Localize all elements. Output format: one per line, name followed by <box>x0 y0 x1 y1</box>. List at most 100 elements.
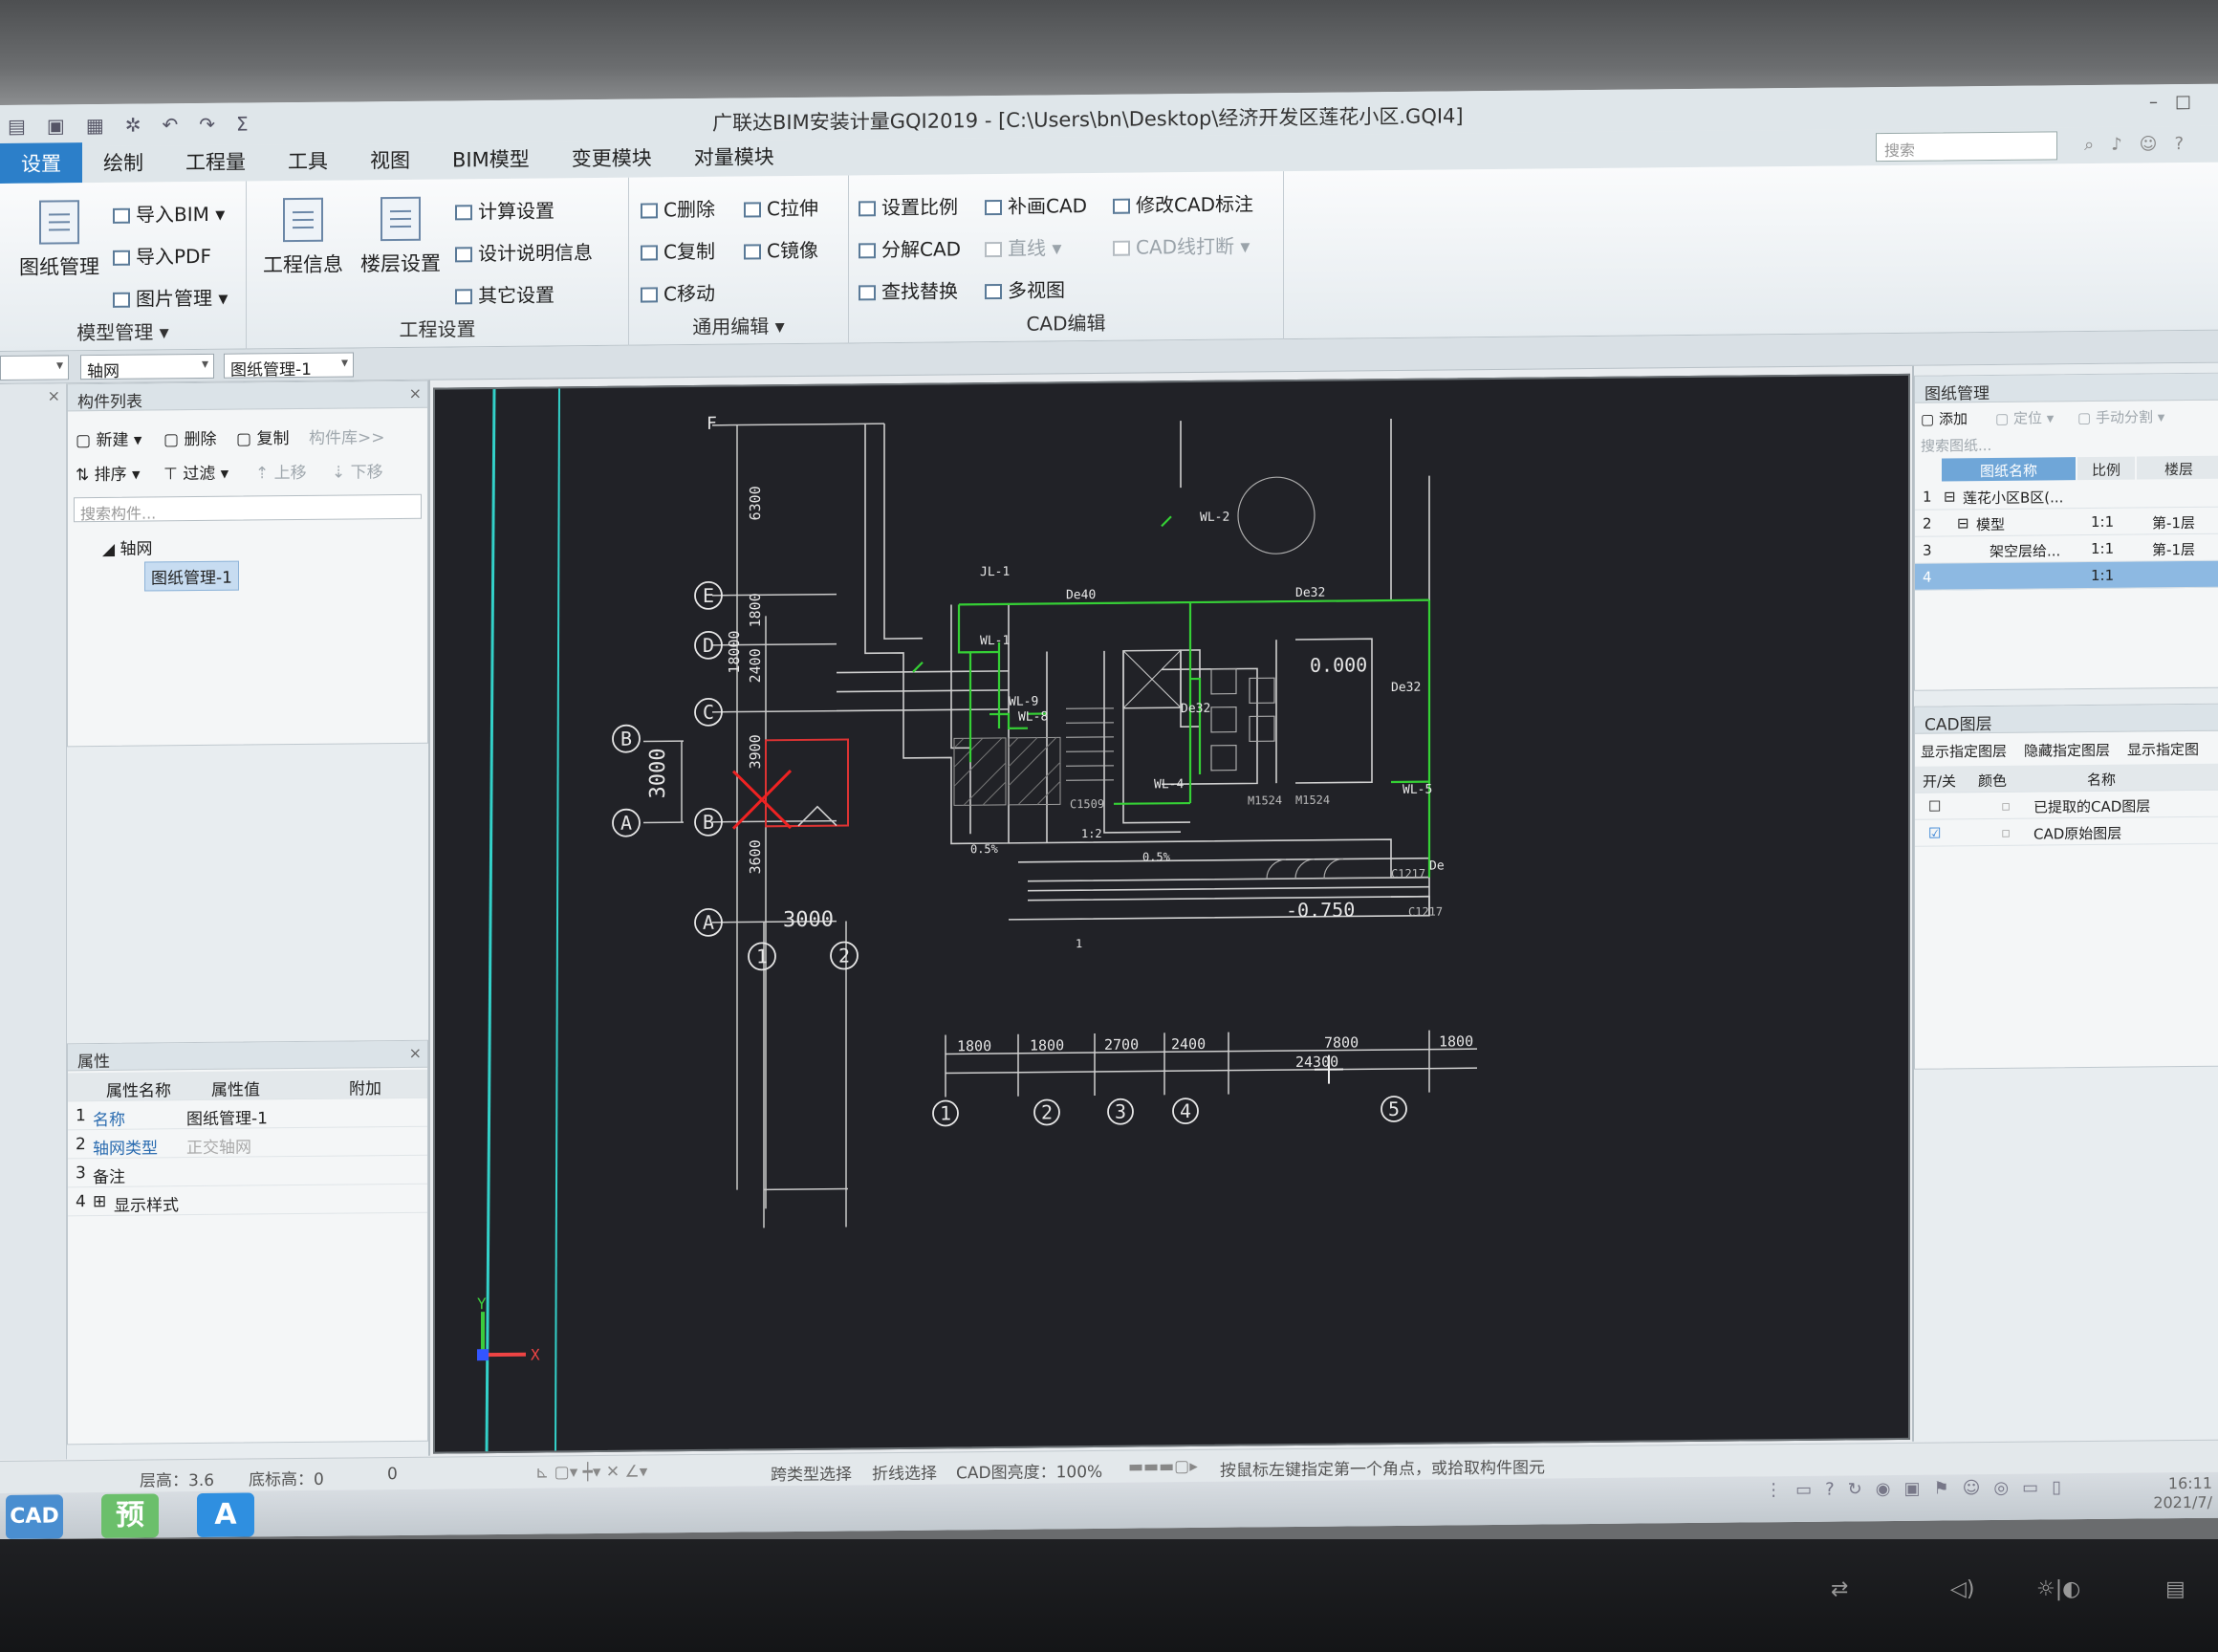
tab-bim-model[interactable]: BIM模型 <box>431 138 551 179</box>
c-copy-button[interactable]: C复制 <box>641 236 715 265</box>
drawing-row[interactable]: 2 ⊟ 模型 1:1 第-1层 <box>1915 507 2218 537</box>
menu-icon[interactable]: ▤ <box>2165 1577 2185 1601</box>
modify-cad-annotation-button[interactable]: 修改CAD标注 <box>1113 188 1253 217</box>
property-row[interactable]: 2 轴网类型 正交轴网 <box>68 1126 427 1160</box>
bottom-dimension: 1800 <box>1439 1032 1473 1050</box>
import-bim-button[interactable]: 导入BIM ▾ <box>113 199 225 228</box>
layer-checkbox-checked[interactable]: ☑ <box>1928 825 1941 842</box>
floor-select[interactable] <box>0 355 69 380</box>
move-icon <box>641 287 658 303</box>
new-component-button[interactable]: ▢ 新建 ▾ <box>76 426 141 451</box>
vertical-dimension: 6300 <box>747 486 764 520</box>
move-up-button[interactable]: ⇡ 上移 <box>255 459 307 484</box>
component-type-select[interactable]: 轴网 <box>80 353 214 381</box>
group-label-general-edit[interactable]: 通用编辑 ▾ <box>629 310 848 339</box>
new-file-icon[interactable]: ▤ <box>8 115 26 138</box>
layer-row[interactable]: ☑ ▫ CAD原始图层 <box>1915 816 2218 847</box>
calc-settings-button[interactable]: 计算设置 <box>455 195 554 224</box>
supplement-cad-button[interactable]: 补画CAD <box>985 190 1087 219</box>
window-controls[interactable]: –□ <box>2149 92 2208 113</box>
c-stretch-button[interactable]: C拉伸 <box>744 193 818 222</box>
component-search-input[interactable]: 搜索构件... <box>74 493 422 523</box>
tab-change-module[interactable]: 变更模块 <box>551 137 673 178</box>
hide-layer-button[interactable]: 隐藏指定图层 <box>2024 740 2110 761</box>
settings-icon[interactable]: ✲ <box>125 114 141 137</box>
close-icon[interactable]: × <box>409 384 422 402</box>
filter-button[interactable]: ⊤ 过滤 ▾ <box>163 460 228 485</box>
explode-cad-button[interactable]: 分解CAD <box>859 233 961 262</box>
cross-type-select-toggle[interactable]: 跨类型选择 <box>771 1460 852 1485</box>
brightness-icon[interactable]: ☼|◐ <box>2036 1577 2080 1601</box>
floor-settings-button[interactable]: 楼层设置 <box>358 196 444 278</box>
tab-tools[interactable]: 工具 <box>267 140 349 181</box>
collapse-icon[interactable]: ⊟ <box>1957 514 1969 532</box>
tab-draw[interactable]: 绘制 <box>82 141 164 183</box>
drawing-search-input[interactable]: 搜索图纸... <box>1921 435 1991 456</box>
undo-icon[interactable]: ↶ <box>162 113 178 136</box>
property-row[interactable]: 4 ⊞ 显示样式 <box>68 1184 427 1217</box>
sum-icon[interactable]: Σ <box>236 113 249 136</box>
open-file-icon[interactable]: ▣ <box>47 114 65 137</box>
design-info-button[interactable]: 设计说明信息 <box>455 237 593 266</box>
axis-bubble-2-label: 2 <box>838 944 850 967</box>
multi-view-button[interactable]: 多视图 <box>985 274 1065 303</box>
locate-drawing-button[interactable]: ▢ 定位 ▾ <box>1995 407 2054 428</box>
expand-icon[interactable]: ⊞ <box>93 1192 106 1211</box>
input-source-icon[interactable]: ⇄ <box>1831 1577 1848 1601</box>
close-icon[interactable]: × <box>409 1044 422 1062</box>
image-management-button[interactable]: 图片管理 ▾ <box>113 283 228 312</box>
c-mirror-button[interactable]: C镜像 <box>744 235 818 264</box>
taskbar-app-cad[interactable]: CAD <box>6 1494 63 1539</box>
tab-settings[interactable]: 设置 <box>0 142 82 184</box>
other-settings-button[interactable]: 其它设置 <box>455 279 554 308</box>
show-layer-button[interactable]: 显示指定图层 <box>1921 741 2007 762</box>
move-down-button[interactable]: ⇣ 下移 <box>332 458 383 483</box>
component-library-button[interactable]: 构件库>> <box>309 424 385 448</box>
component-select[interactable]: 图纸管理-1 <box>224 352 354 380</box>
find-replace-button[interactable]: 查找替换 <box>859 275 958 304</box>
help-icons[interactable]: ⌕♪☺? <box>2084 134 2201 155</box>
set-scale-button[interactable]: 设置比例 <box>859 191 958 220</box>
property-row[interactable]: 3 备注 <box>68 1155 427 1188</box>
manual-split-button[interactable]: ▢ 手动分割 ▾ <box>2077 406 2164 427</box>
cad-brightness[interactable]: CAD图亮度：100% <box>956 1458 1102 1483</box>
tab-quantity[interactable]: 工程量 <box>164 141 267 182</box>
taskbar-app-a[interactable]: A <box>197 1492 254 1538</box>
drawing-row[interactable]: 1 ⊟ 莲花小区B区(... <box>1915 480 2218 511</box>
tree-node-axis-grid[interactable]: ◢ 轴网 <box>102 534 152 559</box>
cad-line-break-button[interactable]: CAD线打断 ▾ <box>1113 230 1250 259</box>
add-drawing-button[interactable]: ▢ 添加 <box>1921 408 1968 428</box>
axis-bubble-b2-label: B <box>703 811 714 834</box>
system-tray[interactable]: ⋮▭?↻◉▣⚑☺◎▭▯ <box>1765 1477 2075 1500</box>
cad-drawing-canvas[interactable]: F E D C B A B A 1 2 6300 1800 2400 3900 3600 18000 3000 3… <box>433 373 1910 1454</box>
close-icon[interactable]: × <box>48 386 60 404</box>
search-input[interactable]: 搜索 <box>1876 131 2057 163</box>
speaker-icon[interactable]: ◁) <box>1950 1577 1975 1601</box>
layer-row[interactable]: ☐ ▫ 已提取的CAD图层 <box>1915 790 2218 820</box>
brightness-slider[interactable]: ▬▬▬▢▸ <box>1128 1457 1198 1477</box>
polyline-select-toggle[interactable]: 折线选择 <box>872 1460 937 1485</box>
drawing-row-selected[interactable]: 4 1:1 <box>1915 560 2218 591</box>
c-delete-button[interactable]: C删除 <box>641 194 715 223</box>
show-specified-button[interactable]: 显示指定图 <box>2127 739 2199 760</box>
c-move-button[interactable]: C移动 <box>641 278 715 307</box>
collapse-icon[interactable]: ⊟ <box>1944 488 1956 505</box>
property-row[interactable]: 1 名称 图纸管理-1 <box>68 1098 427 1131</box>
drawing-management-button[interactable]: 图纸管理 <box>11 200 107 281</box>
redo-icon[interactable]: ↷ <box>199 113 215 136</box>
layer-checkbox[interactable]: ☐ <box>1928 798 1941 815</box>
drawing-row[interactable]: 3 架空层给... 1:1 第-1层 <box>1915 533 2218 564</box>
save-icon[interactable]: ▦ <box>86 114 104 137</box>
sort-button[interactable]: ⇅ 排序 ▾ <box>76 461 141 486</box>
line-button[interactable]: 直线 ▾ <box>985 232 1061 261</box>
project-info-button[interactable]: 工程信息 <box>260 197 346 279</box>
tab-compare-module[interactable]: 对量模块 <box>673 136 795 177</box>
tab-view[interactable]: 视图 <box>349 140 431 181</box>
tree-node-drawing-1[interactable]: 图纸管理-1 <box>144 560 239 592</box>
delete-component-button[interactable]: ▢ 删除 <box>163 425 216 450</box>
taskbar-app-budget[interactable]: 预 <box>101 1493 159 1538</box>
import-pdf-button[interactable]: 导入PDF <box>113 241 211 270</box>
copy-component-button[interactable]: ▢ 复制 <box>236 424 289 449</box>
snap-tools[interactable]: ⊾ ▢▾ ┿▾ ✕ ∠▾ <box>535 1462 647 1482</box>
group-label-model-management[interactable]: 模型管理 ▾ <box>0 316 246 346</box>
